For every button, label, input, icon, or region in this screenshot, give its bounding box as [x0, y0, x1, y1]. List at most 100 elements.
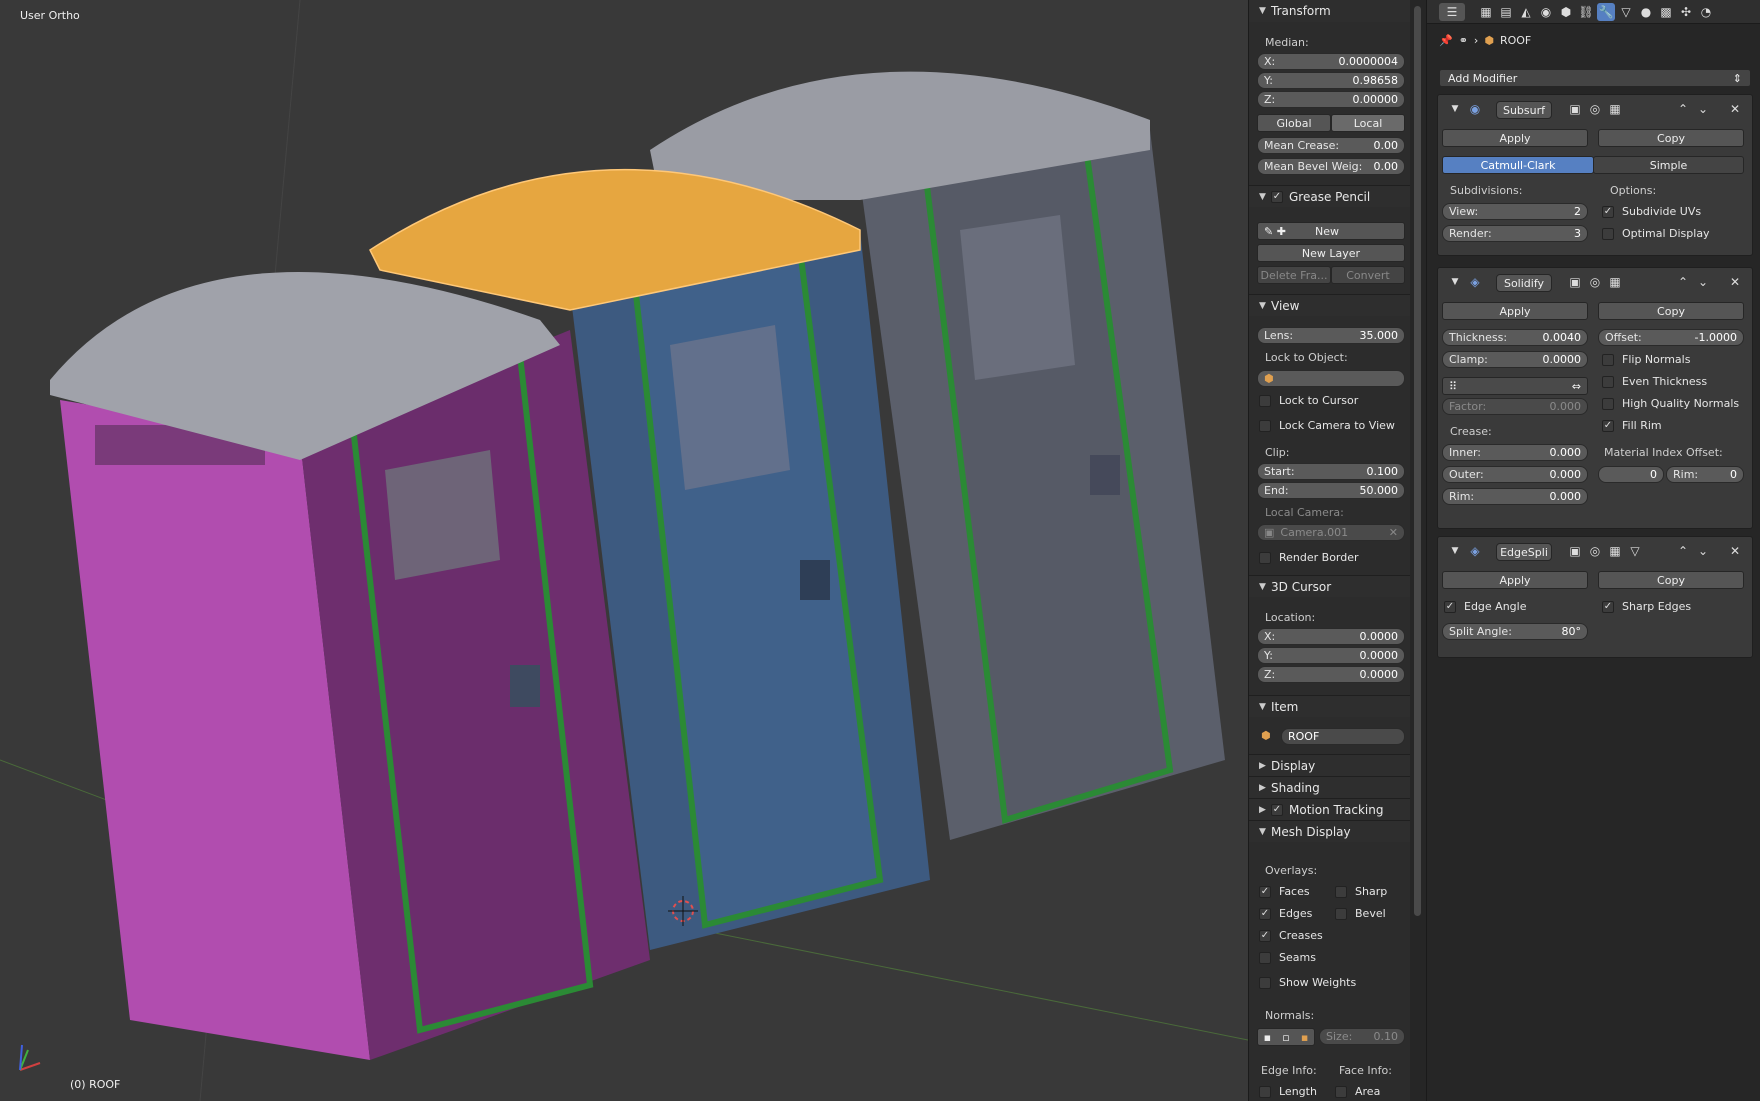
cursor-y-field[interactable]: Y: 0.0000 — [1257, 647, 1405, 664]
clip-start-field[interactable]: Start: 0.100 — [1257, 463, 1405, 480]
rim-field[interactable]: Rim: 0.000 — [1442, 488, 1588, 505]
global-button[interactable]: Global — [1257, 114, 1331, 132]
n-panel-scrollbar[interactable] — [1410, 0, 1426, 1101]
loop-normal-icon[interactable]: ▫ — [1282, 1031, 1289, 1044]
display-header[interactable]: ▶ Display — [1249, 754, 1412, 776]
render-toggle-icon[interactable]: ▣ — [1566, 542, 1584, 560]
factor-field[interactable]: Factor: 0.000 — [1442, 398, 1588, 415]
sharp-edges-checkbox[interactable]: ✓ Sharp Edges — [1602, 600, 1691, 613]
subsurf-view-field[interactable]: View: 2 — [1442, 203, 1588, 220]
fill-rim-checkbox[interactable]: ✓ Fill Rim — [1602, 419, 1662, 432]
motion-tracking-header[interactable]: ▶ ✓ Motion Tracking — [1249, 798, 1412, 820]
offset-field[interactable]: Offset: -1.0000 — [1598, 329, 1744, 346]
edgesplit-apply-button[interactable]: Apply — [1442, 571, 1588, 589]
render-border-checkbox[interactable]: Render Border — [1259, 551, 1359, 564]
render-tab-icon[interactable]: ▦ — [1477, 3, 1495, 21]
median-x-field[interactable]: X: 0.0000004 — [1257, 53, 1405, 70]
thickness-field[interactable]: Thickness: 0.0040 — [1442, 329, 1588, 346]
cursor-z-field[interactable]: Z: 0.0000 — [1257, 666, 1405, 683]
lock-camera-checkbox[interactable]: Lock Camera to View — [1259, 419, 1395, 432]
simple-button[interactable]: Simple — [1593, 156, 1744, 174]
convert-button[interactable]: Convert — [1331, 266, 1405, 284]
catmull-clark-button[interactable]: Catmull-Clark — [1442, 156, 1594, 174]
bevel-checkbox[interactable]: Bevel — [1335, 907, 1386, 920]
remove-modifier-icon[interactable]: ✕ — [1726, 273, 1744, 291]
scrollbar-thumb[interactable] — [1414, 6, 1421, 916]
3d-viewport[interactable]: User Ortho (0) ROOF — [0, 0, 1248, 1101]
item-header[interactable]: ▼ Item — [1249, 695, 1412, 717]
mean-crease-field[interactable]: Mean Crease: 0.00 — [1257, 137, 1405, 154]
remove-modifier-icon[interactable]: ✕ — [1726, 100, 1744, 118]
collapse-icon[interactable]: ▼ — [1446, 100, 1464, 118]
shading-header[interactable]: ▶ Shading — [1249, 776, 1412, 798]
scene-tab-icon[interactable]: ◭ — [1517, 3, 1535, 21]
material-rim-field[interactable]: Rim: 0 — [1666, 466, 1744, 483]
grease-pencil-header[interactable]: ▼ ✓ Grease Pencil — [1249, 185, 1412, 207]
clamp-field[interactable]: Clamp: 0.0000 — [1442, 351, 1588, 368]
move-down-icon[interactable]: ⌄ — [1694, 273, 1712, 291]
optimal-display-checkbox[interactable]: Optimal Display — [1602, 227, 1710, 240]
close-icon[interactable]: ✕ — [1389, 526, 1398, 539]
view-header[interactable]: ▼ View — [1249, 294, 1412, 316]
split-angle-field[interactable]: Split Angle: 80° — [1442, 623, 1588, 640]
lens-field[interactable]: Lens: 35.000 — [1257, 327, 1405, 344]
object-tab-icon[interactable]: ⬢ — [1557, 3, 1575, 21]
normal-size-field[interactable]: Size: 0.10 — [1319, 1028, 1405, 1045]
edgesplit-name-field[interactable]: EdgeSpli — [1496, 543, 1552, 561]
editmode-toggle-icon[interactable]: ▦ — [1606, 273, 1624, 291]
swap-icon[interactable]: ⇔ — [1572, 380, 1581, 393]
face-normal-icon[interactable]: ▪ — [1301, 1031, 1308, 1044]
solidify-apply-button[interactable]: Apply — [1442, 302, 1588, 320]
clip-end-field[interactable]: End: 50.000 — [1257, 482, 1405, 499]
median-z-field[interactable]: Z: 0.00000 — [1257, 91, 1405, 108]
pin-icon[interactable]: 📌 — [1439, 34, 1453, 47]
cage-toggle-icon[interactable]: ▽ — [1626, 542, 1644, 560]
move-up-icon[interactable]: ⌃ — [1674, 100, 1692, 118]
inner-field[interactable]: Inner: 0.000 — [1442, 444, 1588, 461]
lock-to-cursor-checkbox[interactable]: Lock to Cursor — [1259, 394, 1358, 407]
high-quality-normals-checkbox[interactable]: High Quality Normals — [1602, 397, 1739, 410]
3d-cursor-header[interactable]: ▼ 3D Cursor — [1249, 575, 1412, 597]
transform-header[interactable]: ▼ Transform — [1249, 0, 1412, 22]
creases-checkbox[interactable]: ✓ Creases — [1259, 929, 1323, 942]
item-name-field[interactable]: ROOF — [1281, 728, 1405, 745]
editmode-toggle-icon[interactable]: ▦ — [1606, 100, 1624, 118]
subsurf-name-field[interactable]: Subsurf — [1496, 101, 1552, 119]
subdivide-uvs-checkbox[interactable]: ✓ Subdivide UVs — [1602, 205, 1701, 218]
texture-tab-icon[interactable]: ▩ — [1657, 3, 1675, 21]
data-tab-icon[interactable]: ▽ — [1617, 3, 1635, 21]
subsurf-apply-button[interactable]: Apply — [1442, 129, 1588, 147]
show-weights-checkbox[interactable]: Show Weights — [1259, 976, 1356, 989]
editor-type-icon[interactable]: ☰ — [1439, 3, 1465, 21]
physics-tab-icon[interactable]: ◔ — [1697, 3, 1715, 21]
local-camera-field[interactable]: ▣ Camera.001 ✕ — [1257, 524, 1405, 541]
area-checkbox[interactable]: Area — [1335, 1085, 1380, 1098]
add-modifier-dropdown[interactable]: Add Modifier ⇕ — [1439, 69, 1751, 87]
constraints-tab-icon[interactable]: ⛓ — [1577, 3, 1595, 21]
flip-normals-checkbox[interactable]: Flip Normals — [1602, 353, 1690, 366]
move-up-icon[interactable]: ⌃ — [1674, 273, 1692, 291]
edges-checkbox[interactable]: ✓ Edges — [1259, 907, 1312, 920]
move-up-icon[interactable]: ⌃ — [1674, 542, 1692, 560]
grease-pencil-new-button[interactable]: ✎ ✚ New — [1257, 222, 1405, 240]
delete-frame-button[interactable]: Delete Fra... — [1257, 266, 1331, 284]
modifiers-tab-icon[interactable]: 🔧 — [1597, 3, 1615, 21]
layers-tab-icon[interactable]: ▤ — [1497, 3, 1515, 21]
collapse-icon[interactable]: ▼ — [1446, 273, 1464, 291]
mean-bevel-field[interactable]: Mean Bevel Weig: 0.00 — [1257, 158, 1405, 175]
edgesplit-copy-button[interactable]: Copy — [1598, 571, 1744, 589]
material-tab-icon[interactable]: ● — [1637, 3, 1655, 21]
length-checkbox[interactable]: Length — [1259, 1085, 1317, 1098]
move-down-icon[interactable]: ⌄ — [1694, 542, 1712, 560]
collapse-icon[interactable]: ▼ — [1446, 542, 1464, 560]
particles-tab-icon[interactable]: ✣ — [1677, 3, 1695, 21]
solidify-copy-button[interactable]: Copy — [1598, 302, 1744, 320]
viewport-toggle-icon[interactable]: ◎ — [1586, 100, 1604, 118]
edge-angle-checkbox[interactable]: ✓ Edge Angle — [1444, 600, 1526, 613]
outer-field[interactable]: Outer: 0.000 — [1442, 466, 1588, 483]
local-button[interactable]: Local — [1331, 114, 1405, 132]
viewport-toggle-icon[interactable]: ◎ — [1586, 542, 1604, 560]
mesh-display-header[interactable]: ▼ Mesh Display — [1249, 820, 1412, 842]
vertex-group-field[interactable]: ⠿ ⇔ — [1442, 377, 1588, 395]
subsurf-copy-button[interactable]: Copy — [1598, 129, 1744, 147]
